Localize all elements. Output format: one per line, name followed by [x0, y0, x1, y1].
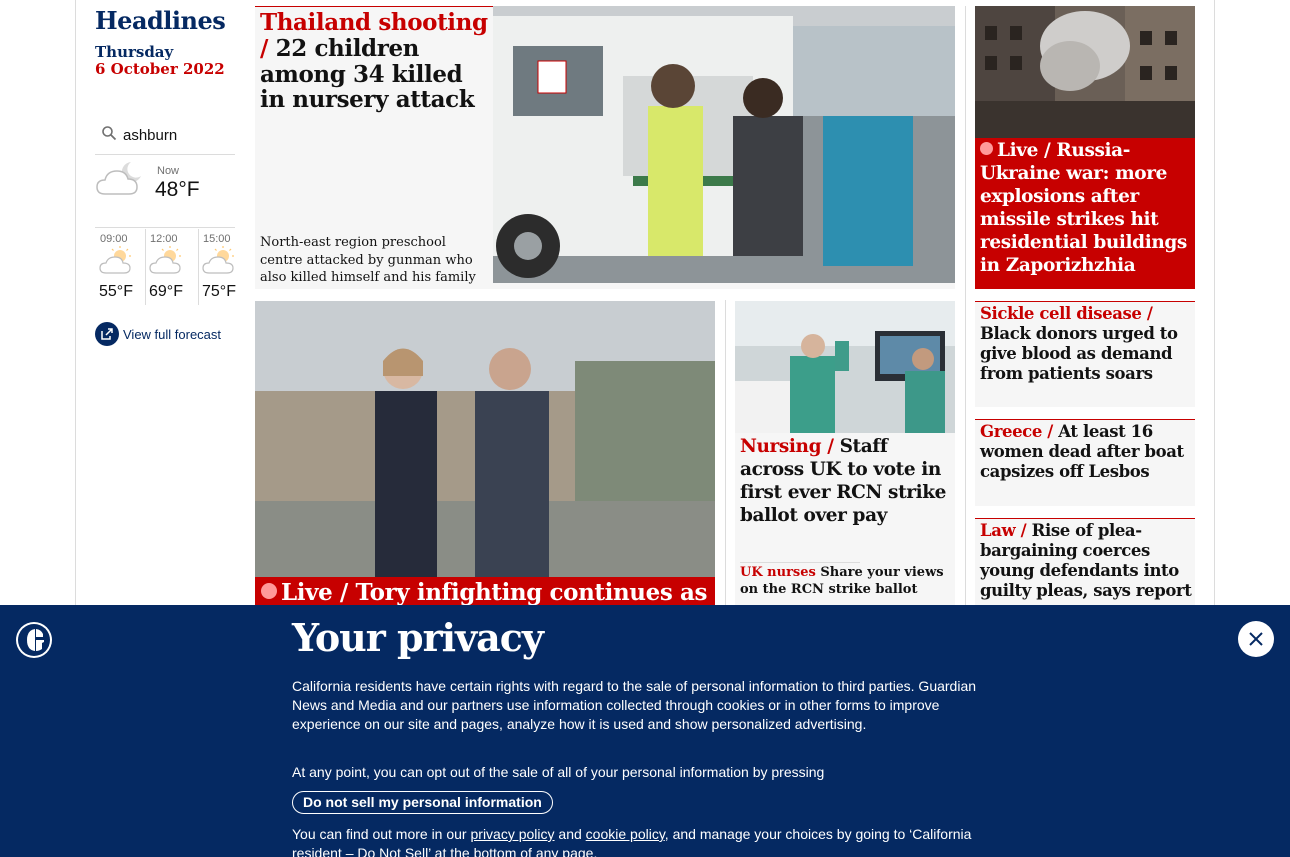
- tory-headline[interactable]: Live / Tory infighting continues as: [261, 580, 707, 606]
- side-story-card[interactable]: Sickle cell disease / Black donors urged…: [975, 301, 1195, 407]
- lead-image[interactable]: [493, 6, 955, 283]
- privacy-banner: Your privacy California residents have c…: [0, 605, 1290, 857]
- kicker-separator: /: [260, 34, 269, 62]
- live-label: Live: [997, 140, 1038, 161]
- nursing-headline[interactable]: Nursing / Staff across UK to vote in fir…: [740, 436, 952, 528]
- privacy-more-info: You can find out more in our privacy pol…: [292, 825, 997, 857]
- privacy-policy-link[interactable]: privacy policy: [471, 826, 555, 842]
- side-story-headline[interactable]: Sickle cell disease / Black donors urged…: [980, 304, 1192, 385]
- forecast-time: 15:00: [203, 233, 231, 245]
- cloudy-night-icon: [96, 162, 141, 195]
- cookie-policy-link[interactable]: cookie policy: [586, 826, 665, 842]
- weather-location[interactable]: ashburn: [123, 127, 177, 144]
- privacy-opt-out-text: At any point, you can opt out of the sal…: [292, 764, 825, 780]
- do-not-sell-button[interactable]: Do not sell my personal information: [292, 791, 553, 814]
- live-label: Live: [281, 579, 333, 606]
- nursing-card[interactable]: Nursing / Staff across UK to vote in fir…: [735, 301, 955, 611]
- more-info-text: You can find out more in our: [292, 826, 467, 842]
- view-full-forecast-link[interactable]: View full forecast: [95, 322, 221, 346]
- side-story-card[interactable]: Law / Rise of plea-bargaining coerces yo…: [975, 518, 1195, 611]
- nursing-image[interactable]: [735, 301, 955, 433]
- forecast-time: 12:00: [150, 233, 178, 245]
- nursing-sublink[interactable]: UK nurses Share your views on the RCN st…: [740, 565, 950, 599]
- view-full-forecast-label[interactable]: View full forecast: [123, 327, 221, 342]
- card-top-rule: [975, 419, 1195, 420]
- kicker-separator: /: [1044, 140, 1051, 161]
- lead-story-card[interactable]: Thailand shooting / 22 children among 34…: [255, 6, 955, 289]
- hospital-ward-photo: [735, 301, 955, 433]
- privacy-paragraph: California residents have certain rights…: [292, 678, 977, 732]
- sublink-divider: [740, 562, 860, 563]
- date-day: Thursday: [95, 43, 174, 61]
- side-story-kicker: Greece: [980, 422, 1042, 441]
- date-full: 6 October 2022: [95, 60, 225, 78]
- partly-sunny-icon: [149, 246, 181, 274]
- close-icon: [1249, 632, 1263, 646]
- side-story-kicker: Law: [980, 521, 1016, 540]
- external-link-icon: [95, 322, 119, 346]
- forecast-temp: 75°F: [202, 283, 236, 300]
- partly-sunny-icon: [99, 246, 131, 274]
- lead-headline-text: 22 children among 34 killed in nursery a…: [260, 34, 475, 114]
- ambulance-photo: [493, 6, 955, 283]
- weather-location-search[interactable]: ashburn: [95, 120, 235, 155]
- kicker-separator: /: [1047, 422, 1053, 441]
- and-text: and: [558, 826, 582, 842]
- forecast-temp: 55°F: [99, 283, 133, 300]
- tory-live-card[interactable]: Live / Tory infighting continues as: [255, 301, 715, 611]
- forecast-time: 09:00: [100, 233, 128, 245]
- side-story-kicker: Sickle cell disease: [980, 304, 1142, 323]
- kicker-separator: /: [1020, 521, 1027, 540]
- guardian-logo-icon: [16, 622, 52, 658]
- sublink-kicker: UK nurses: [740, 565, 816, 580]
- lead-headline[interactable]: Thailand shooting / 22 children among 34…: [260, 10, 488, 113]
- side-story-headline[interactable]: Greece / At least 16 women dead after bo…: [980, 422, 1192, 482]
- weather-now-temp: 48°F: [155, 178, 200, 201]
- live-pulse-icon: [980, 142, 993, 155]
- nursing-kicker: Nursing: [740, 436, 822, 457]
- side-story-card[interactable]: Greece / At least 16 women dead after bo…: [975, 419, 1195, 506]
- tory-image[interactable]: [255, 301, 715, 577]
- explosion-photo: [975, 6, 1195, 138]
- privacy-title: Your privacy: [292, 615, 544, 660]
- lead-kicker: Thailand shooting: [260, 9, 488, 36]
- weather-now-label: Now: [157, 165, 180, 177]
- side-story-text: Black donors urged to give blood as dema…: [980, 324, 1178, 384]
- card-top-rule: [975, 301, 1195, 302]
- column-divider: [965, 6, 966, 611]
- forecast-item: 12:00 69°F: [145, 229, 195, 305]
- russia-ukraine-live-card[interactable]: Live / Russia-Ukraine war: more explosio…: [975, 6, 1195, 289]
- kicker-separator: /: [339, 579, 348, 606]
- russia-ukraine-image[interactable]: [975, 6, 1195, 138]
- forecast-item: 09:00 55°F: [95, 229, 145, 305]
- card-top-rule: [975, 518, 1195, 519]
- kicker-separator: /: [827, 436, 834, 457]
- kicker-separator: /: [1146, 304, 1153, 323]
- column-divider: [725, 300, 726, 610]
- weather-forecast: 09:00 55°F 12:00 69°F 15:00 75°F: [95, 229, 236, 305]
- side-story-headline[interactable]: Law / Rise of plea-bargaining coerces yo…: [980, 521, 1192, 602]
- tory-headline-text: Tory infighting continues as: [355, 579, 708, 606]
- politicians-photo: [255, 301, 715, 577]
- search-icon: [102, 126, 117, 141]
- close-button[interactable]: [1238, 621, 1274, 657]
- russia-ukraine-headline[interactable]: Live / Russia-Ukraine war: more explosio…: [980, 140, 1192, 278]
- page-title: Headlines: [95, 6, 226, 35]
- forecast-temp: 69°F: [149, 283, 183, 300]
- forecast-item: 15:00 75°F: [198, 229, 248, 305]
- weather-now: Now 48°F: [95, 156, 235, 228]
- partly-sunny-icon: [202, 246, 234, 274]
- live-pulse-icon: [261, 583, 277, 599]
- lead-standfirst: North-east region preschool centre attac…: [260, 235, 476, 286]
